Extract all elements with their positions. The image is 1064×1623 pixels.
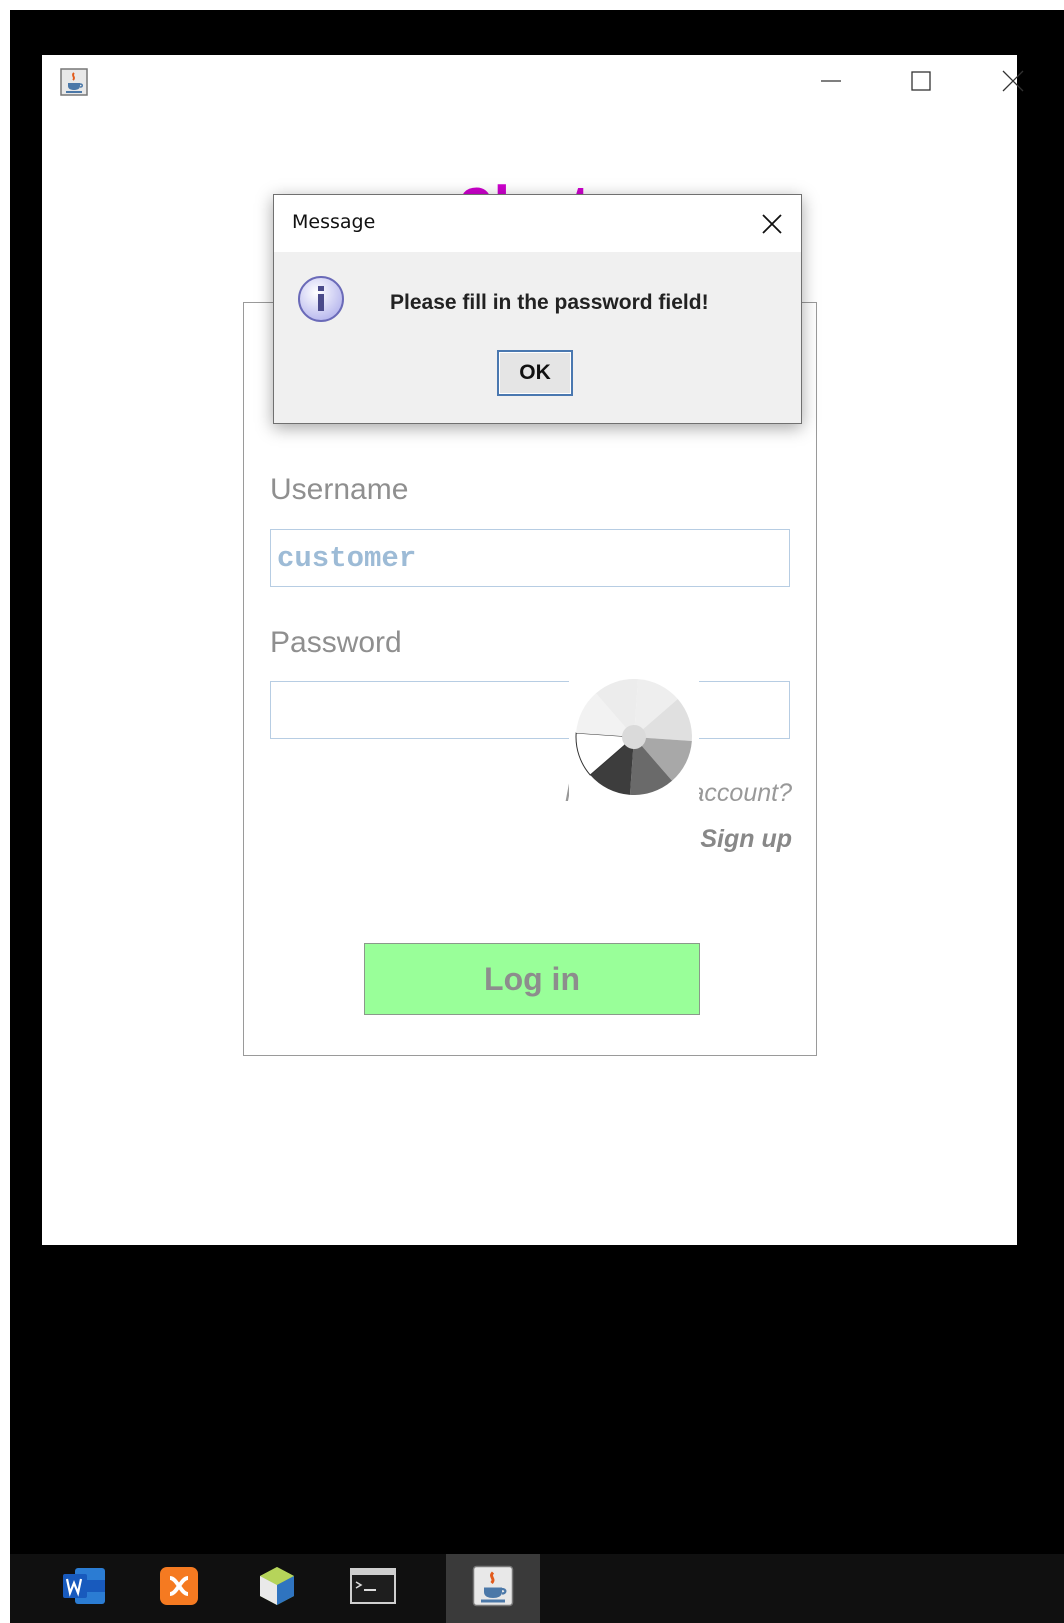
taskbar-java[interactable] — [446, 1554, 540, 1623]
java-icon — [472, 1565, 514, 1612]
password-input[interactable] — [270, 681, 790, 739]
dialog-title: Message — [292, 211, 376, 233]
dialog-close-button[interactable] — [755, 207, 789, 241]
maximize-button[interactable] — [898, 63, 944, 99]
netbeans-icon — [257, 1565, 297, 1612]
login-button[interactable]: Log in — [364, 943, 700, 1015]
taskbar-xampp[interactable] — [132, 1554, 226, 1623]
taskbar-word[interactable] — [37, 1554, 131, 1623]
taskbar-netbeans[interactable] — [230, 1554, 324, 1623]
username-input[interactable] — [270, 529, 790, 587]
password-label: Password — [270, 626, 402, 659]
loading-spinner-icon — [569, 672, 699, 802]
close-button[interactable] — [990, 63, 1036, 99]
message-dialog: Message Please fill in the password fiel… — [273, 194, 802, 424]
username-label: Username — [270, 473, 409, 506]
dialog-titlebar: Message — [274, 195, 801, 252]
signup-link[interactable]: Sign up — [700, 825, 792, 854]
ok-button[interactable]: OK — [497, 350, 573, 396]
info-icon — [296, 274, 346, 324]
minimize-button[interactable] — [808, 63, 854, 99]
taskbar-terminal[interactable] — [326, 1554, 420, 1623]
xampp-icon — [159, 1566, 199, 1611]
taskbar — [10, 1554, 1064, 1623]
java-app-icon — [60, 68, 88, 96]
dialog-message: Please fill in the password field! — [390, 291, 709, 314]
terminal-icon — [350, 1568, 396, 1609]
word-icon — [61, 1566, 107, 1611]
